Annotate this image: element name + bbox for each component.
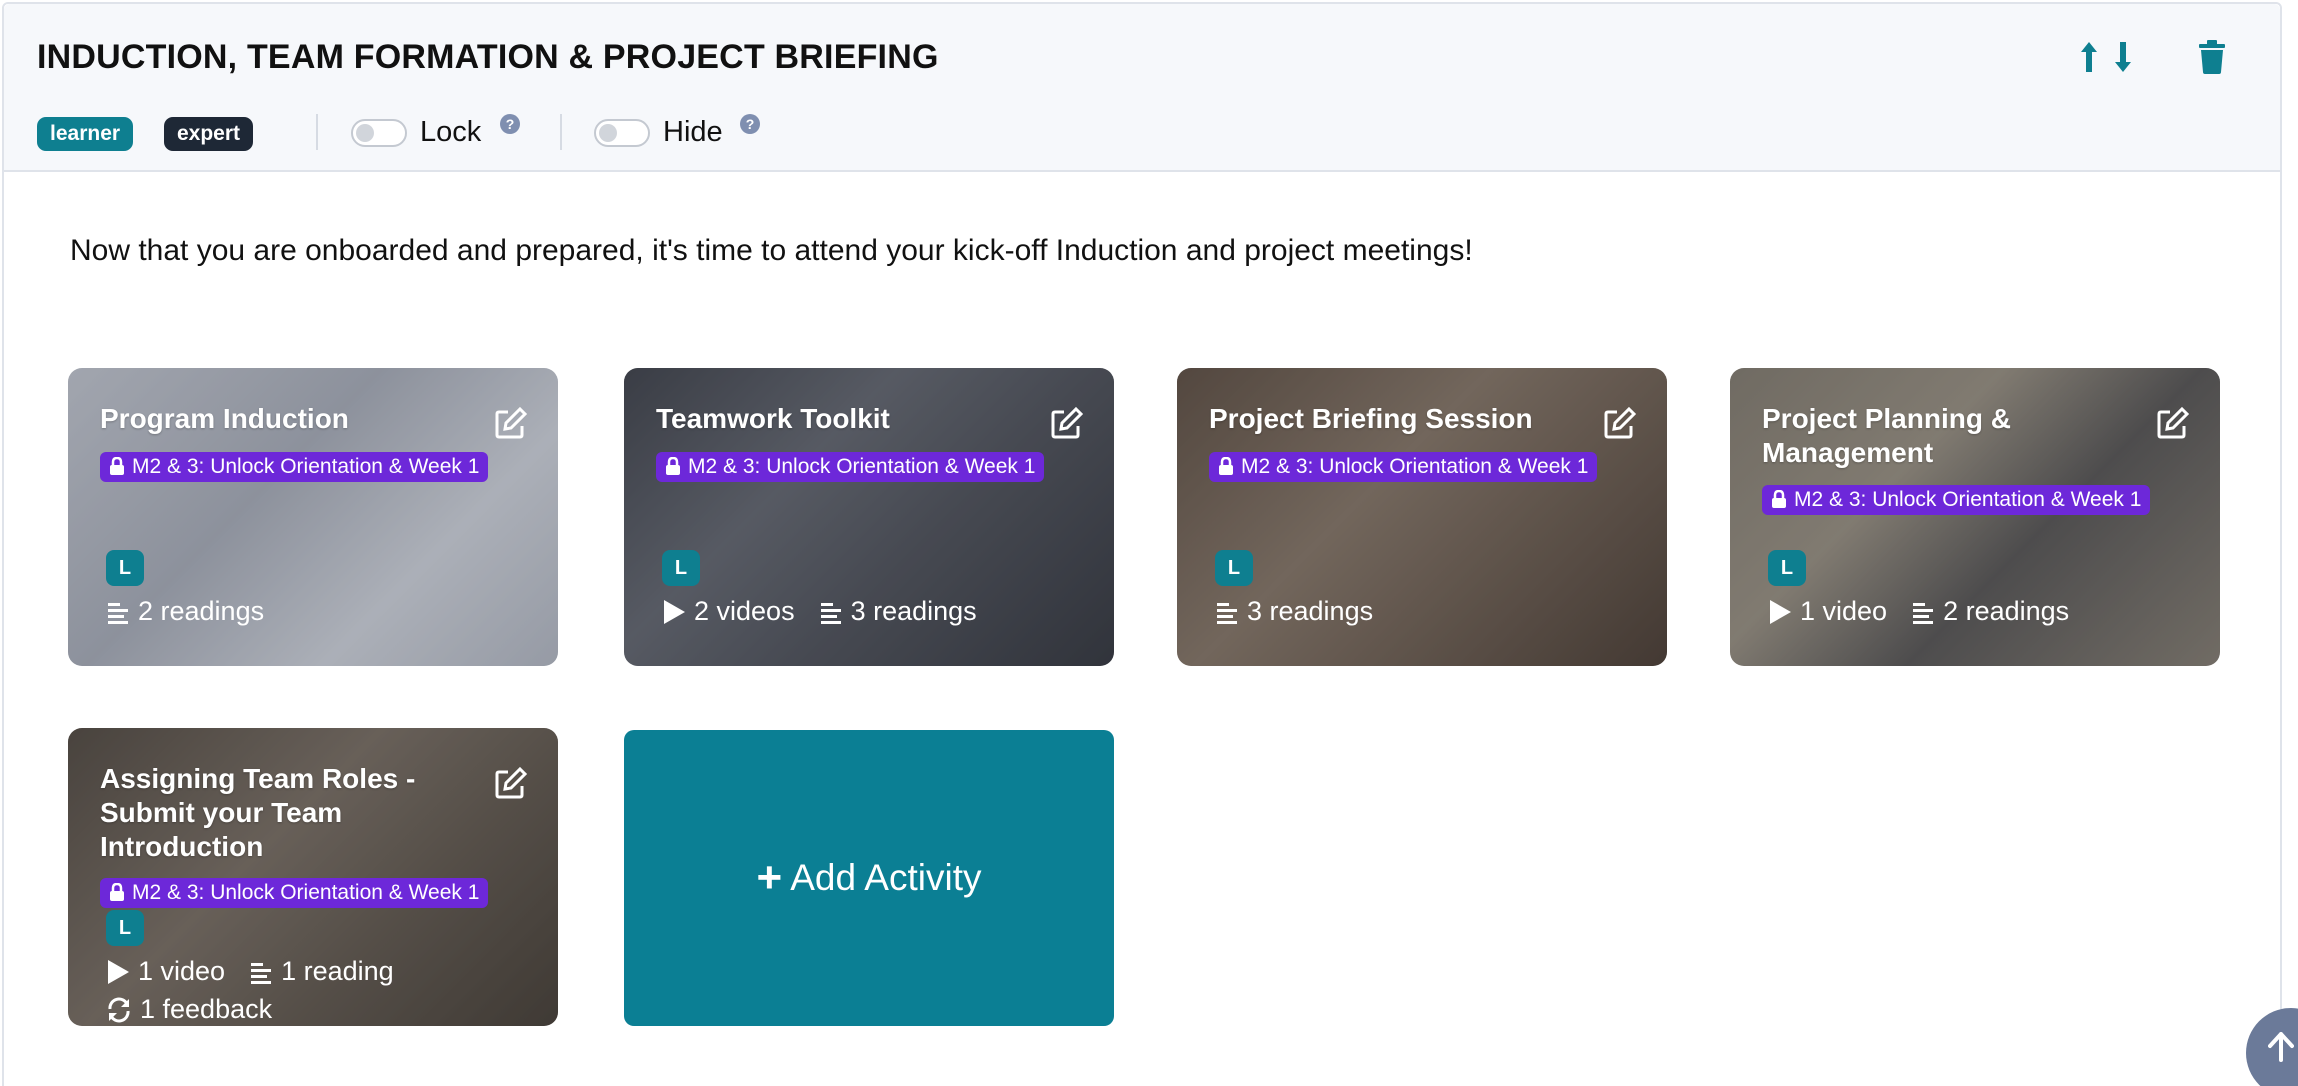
add-activity-button[interactable]: + Add Activity: [624, 730, 1114, 1026]
activity-card-program-induction[interactable]: Program Induction M2 & 3: Unlock Orienta…: [68, 368, 558, 666]
videos-count: 1 video: [106, 956, 225, 987]
lock-icon: [1772, 490, 1786, 508]
hide-help-icon[interactable]: ?: [740, 114, 760, 134]
play-icon: [1770, 599, 1791, 624]
videos-count: 2 videos: [662, 596, 795, 627]
lock-tag: M2 & 3: Unlock Orientation & Week 1: [100, 878, 489, 908]
lock-tag: M2 & 3: Unlock Orientation & Week 1: [1209, 452, 1598, 482]
videos-count: 1 video: [1768, 596, 1887, 627]
activity-card-teamwork-toolkit[interactable]: Teamwork Toolkit M2 & 3: Unlock Orientat…: [624, 368, 1114, 666]
divider: [560, 114, 562, 150]
card-title: Teamwork Toolkit: [656, 403, 890, 434]
hide-toggle[interactable]: [594, 119, 650, 147]
edit-icon[interactable]: [494, 766, 528, 800]
level-badge: L: [1215, 550, 1253, 586]
edit-icon[interactable]: [2156, 406, 2190, 440]
section-header: INDUCTION, TEAM FORMATION & PROJECT BRIE…: [4, 4, 2280, 172]
level-badge: L: [662, 550, 700, 586]
lock-tag: M2 & 3: Unlock Orientation & Week 1: [1762, 485, 2151, 515]
section-title: INDUCTION, TEAM FORMATION & PROJECT BRIE…: [37, 38, 939, 76]
play-icon: [664, 599, 685, 624]
feedback-icon: [108, 997, 130, 1022]
readings-count: 3 readings: [819, 596, 977, 627]
readings-count: 2 readings: [106, 596, 264, 627]
arrow-down-icon[interactable]: [2113, 40, 2133, 74]
card-title: Program Induction: [100, 403, 349, 434]
lock-tag: M2 & 3: Unlock Orientation & Week 1: [656, 452, 1045, 482]
lock-icon: [110, 457, 124, 475]
readings-icon: [251, 962, 272, 984]
expert-badge[interactable]: expert: [164, 117, 254, 151]
lock-help-icon[interactable]: ?: [500, 114, 520, 134]
readings-icon: [108, 602, 128, 624]
lock-icon: [110, 883, 124, 901]
level-badge: L: [106, 910, 144, 946]
readings-icon: [1217, 602, 1237, 624]
card-title: Project Briefing Session: [1209, 403, 1533, 434]
module-section: INDUCTION, TEAM FORMATION & PROJECT BRIE…: [2, 2, 2282, 1086]
activity-card-assigning-team-roles[interactable]: Assigning Team Roles - Submit your Team …: [68, 728, 558, 1026]
readings-count: 2 readings: [1911, 596, 2069, 627]
edit-icon[interactable]: [1050, 406, 1084, 440]
divider: [316, 114, 318, 150]
lock-tag: M2 & 3: Unlock Orientation & Week 1: [100, 452, 489, 482]
feedback-count: 1 feedback: [106, 994, 272, 1025]
level-badge: L: [1768, 550, 1806, 586]
activity-card-project-planning[interactable]: Project Planning & Management M2 & 3: Un…: [1730, 368, 2220, 666]
readings-count: 1 reading: [249, 956, 394, 987]
card-title: Assigning Team Roles - Submit your Team …: [100, 763, 416, 862]
hide-label: Hide: [663, 116, 723, 148]
add-activity-label: Add Activity: [790, 857, 982, 898]
learner-badge[interactable]: learner: [37, 117, 134, 151]
lock-icon: [666, 457, 680, 475]
arrow-up-icon[interactable]: [2079, 40, 2099, 74]
section-description: Now that you are onboarded and prepared,…: [70, 234, 1473, 267]
level-badge: L: [106, 550, 144, 586]
play-icon: [108, 959, 129, 984]
card-title: Project Planning & Management: [1762, 403, 2011, 468]
plus-icon: +: [756, 853, 783, 902]
lock-icon: [1219, 457, 1233, 475]
edit-icon[interactable]: [494, 406, 528, 440]
readings-icon: [820, 602, 841, 624]
trash-icon[interactable]: [2198, 40, 2226, 74]
readings-icon: [1913, 602, 1934, 624]
lock-toggle[interactable]: [351, 119, 407, 147]
edit-icon[interactable]: [1603, 406, 1637, 440]
lock-label: Lock: [420, 116, 482, 148]
activity-card-project-briefing-session[interactable]: Project Briefing Session M2 & 3: Unlock …: [1177, 368, 1667, 666]
arrow-up-circle-icon: [2268, 1032, 2294, 1062]
readings-count: 3 readings: [1215, 596, 1373, 627]
